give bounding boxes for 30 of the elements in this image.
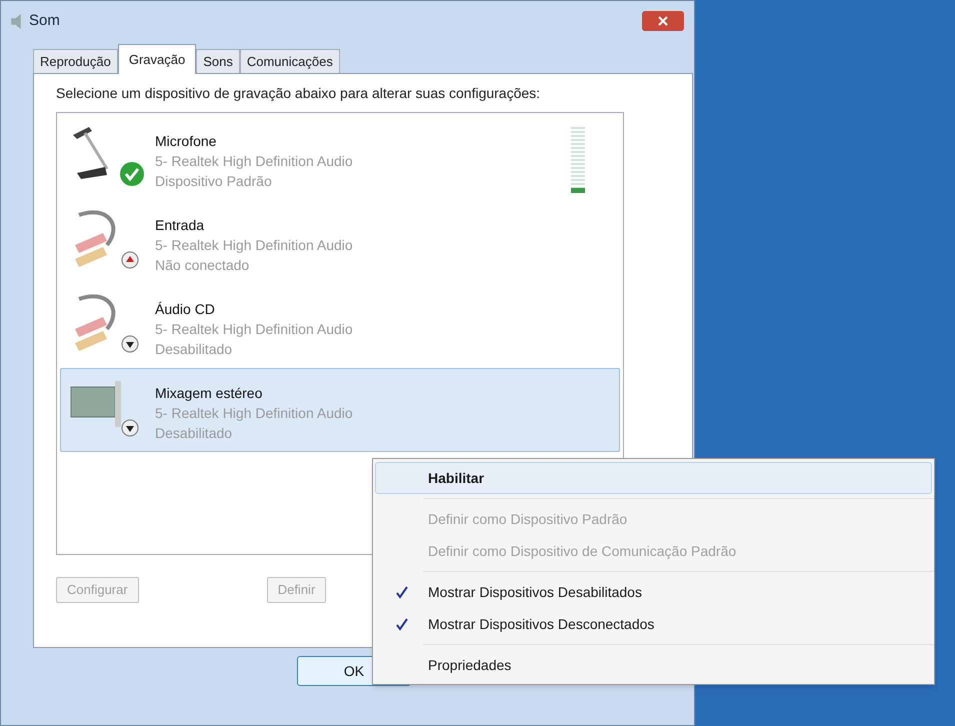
device-name: Mixagem estéreo — [155, 384, 264, 403]
menu-item[interactable]: Mostrar Dispositivos Desabilitados — [375, 576, 932, 608]
device-row[interactable]: Áudio CD 5- Realtek High Definition Audio Desabilitado — [60, 284, 620, 368]
device-status: Dispositivo Padrão — [155, 172, 273, 191]
menu-item[interactable]: Habilitar — [375, 462, 932, 494]
device-name: Entrada — [155, 216, 206, 235]
device-status: Desabilitado — [155, 424, 234, 443]
device-driver: 5- Realtek High Definition Audio — [155, 152, 353, 171]
device-row[interactable]: Microfone 5- Realtek High Definition Audio Dispositivo Padrão — [60, 116, 620, 200]
tab[interactable]: Gravação — [118, 44, 196, 74]
speaker-icon — [11, 14, 21, 28]
window-title: Som — [29, 10, 60, 31]
device-name: Microfone — [155, 132, 218, 151]
tab[interactable]: Sons — [196, 49, 240, 73]
device-driver: 5- Realtek High Definition Audio — [155, 320, 353, 339]
close-button[interactable] — [642, 11, 684, 31]
device-status: Não conectado — [155, 256, 250, 275]
tab[interactable]: Comunicações — [240, 49, 340, 73]
device-row[interactable]: Mixagem estéreo 5- Realtek High Definition Audio Desabilitado — [60, 368, 620, 452]
device-row[interactable]: Entrada 5- Realtek High Definition Audio Não conectado — [60, 200, 620, 284]
device-name: Áudio CD — [155, 300, 216, 319]
close-icon — [658, 16, 668, 26]
device-driver: 5- Realtek High Definition Audio — [155, 404, 353, 423]
checkmark-icon — [395, 585, 409, 599]
device-driver: 5- Realtek High Definition Audio — [155, 236, 353, 255]
menu-item[interactable]: Mostrar Dispositivos Desconectados — [375, 608, 932, 640]
device-status: Desabilitado — [155, 340, 234, 359]
tab[interactable]: Reprodução — [33, 49, 118, 73]
instruction-text: Selecione um dispositivo de gravação abaixo para alterar suas configurações: — [56, 84, 542, 102]
checkmark-icon — [395, 617, 409, 631]
